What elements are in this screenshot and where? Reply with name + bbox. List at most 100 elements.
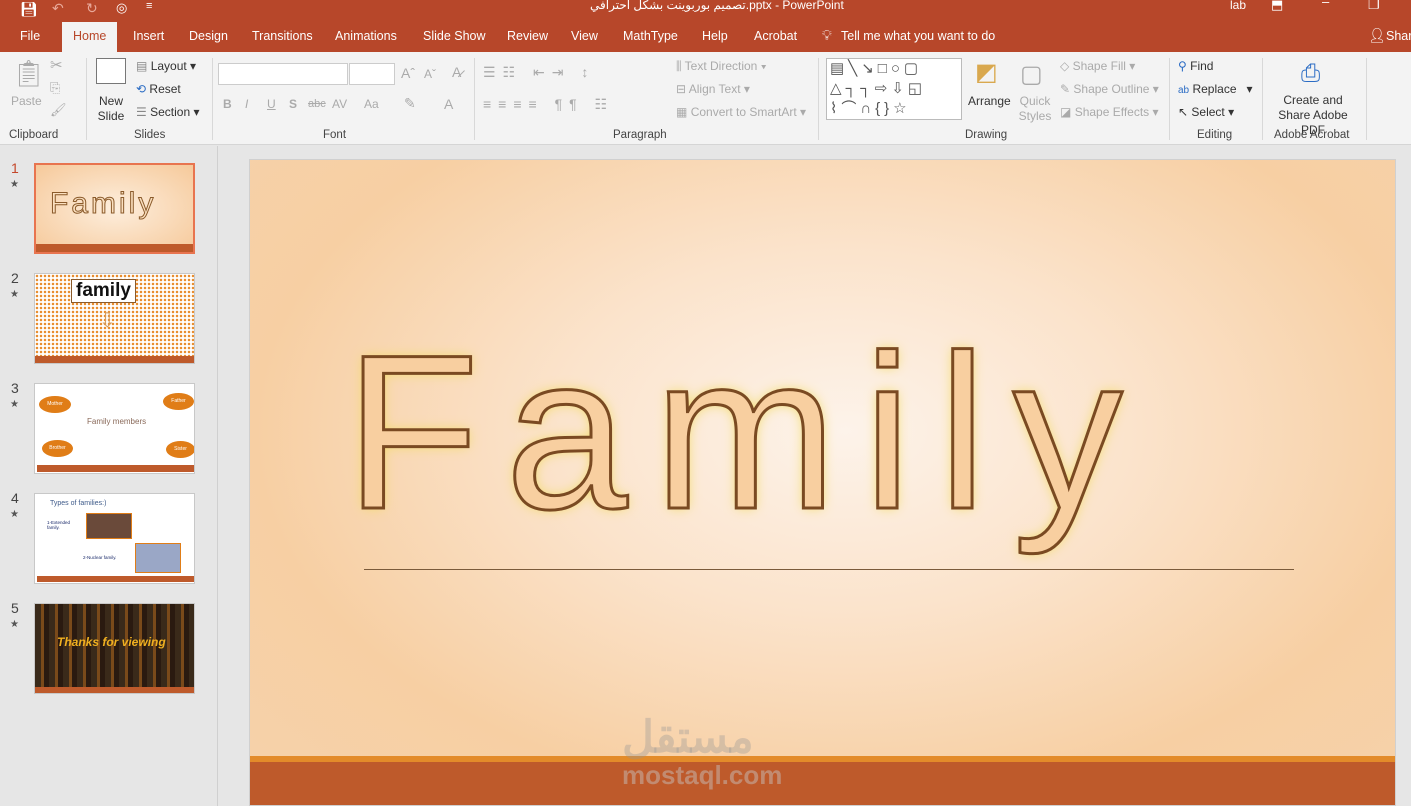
section-label: Section — [150, 105, 191, 119]
copy-icon[interactable]: ⎘ — [50, 80, 60, 96]
find-button[interactable]: ⚲ Find — [1178, 59, 1213, 73]
thumb-title: Thanks for viewing — [57, 635, 166, 649]
italic-button[interactable]: I — [245, 97, 248, 111]
quick-styles-icon: ▢ — [1020, 61, 1043, 88]
tell-me-input[interactable]: Tell me what you want to do — [841, 29, 995, 43]
list-buttons[interactable]: ☰☷ ⇤⇥ ↕ — [483, 64, 595, 81]
animation-star-icon: ★ — [10, 399, 19, 410]
restore-icon[interactable]: ❐ — [1368, 0, 1380, 13]
section-icon: ☰ — [136, 105, 147, 119]
slide-number: 2 — [11, 270, 19, 286]
shape-outline-button[interactable]: ✎ Shape Outline ▾ — [1060, 82, 1159, 96]
watermark: mostaql.com — [622, 760, 783, 790]
thumbnail-slide-2[interactable]: family ⇩ — [34, 273, 195, 364]
tab-insert[interactable]: Insert — [133, 29, 164, 43]
group-label-drawing: Drawing — [965, 129, 1008, 141]
thumbnail-slide-4[interactable]: Types of families:) 1-Extended family. 2… — [34, 493, 195, 584]
convert-smartart-button[interactable]: ▦ Convert to SmartArt ▾ — [676, 105, 806, 119]
tab-file[interactable]: File — [20, 29, 40, 43]
strikethrough-button[interactable]: abc — [308, 98, 326, 110]
grow-font-icon[interactable]: Aˆ — [401, 65, 415, 81]
format-painter-icon[interactable]: 🖌︎ — [50, 102, 67, 118]
font-name-dropdown[interactable] — [218, 63, 348, 85]
ribbon-tabs: File Home Insert Design Transitions Anim… — [0, 22, 1411, 52]
font-size-dropdown[interactable] — [349, 63, 395, 85]
slide-number: 4 — [11, 490, 19, 506]
tab-mathtype[interactable]: MathType — [623, 29, 678, 43]
change-case-button[interactable]: Aa — [364, 97, 379, 111]
bold-button[interactable]: B — [223, 97, 232, 111]
text-direction-button[interactable]: ⫼ Text Direction ▾ — [676, 59, 767, 74]
undo-icon[interactable]: ↶ — [52, 0, 64, 17]
underline-button[interactable]: U — [267, 97, 276, 111]
cut-icon[interactable]: ✂ — [50, 56, 63, 74]
arrange-button[interactable]: Arrange — [968, 94, 1011, 108]
shadow-button[interactable]: S — [289, 97, 297, 111]
thumbnail-slide-3[interactable]: Family members Mother Father Brother Sis… — [34, 383, 195, 474]
tab-design[interactable]: Design — [189, 29, 228, 43]
replace-label: Replace — [1192, 82, 1237, 96]
present-icon[interactable]: ◎ — [116, 0, 127, 16]
smartart-icon: ▦ — [676, 105, 688, 119]
tab-animations[interactable]: Animations — [335, 29, 397, 43]
new-slide-icon[interactable] — [96, 58, 126, 84]
select-button[interactable]: ↖ Select ▾ — [1178, 105, 1234, 119]
thumbnail-slide-1[interactable]: Family — [34, 163, 195, 254]
align-text-button[interactable]: ⊟ Align Text ▾ — [676, 82, 750, 96]
thumbnail-slide-5[interactable]: Thanks for viewing — [34, 603, 195, 694]
group-label-acrobat: Adobe Acrobat — [1274, 129, 1350, 141]
share-button[interactable]: Share — [1386, 29, 1411, 43]
ribbon: 📋︎ Paste ✂ ⎘ 🖌︎ Clipboard New Slide ▤ La… — [0, 52, 1411, 145]
layout-button[interactable]: ▤ Layout ▾ — [136, 59, 196, 73]
cursor-icon: ↖ — [1178, 105, 1189, 119]
animation-star-icon: ★ — [10, 289, 19, 300]
new-slide-button[interactable]: New Slide — [94, 94, 128, 124]
paste-button[interactable]: Paste — [11, 94, 42, 108]
minimize-icon[interactable]: – — [1322, 0, 1329, 9]
clear-formatting-icon[interactable]: A̷ — [452, 64, 461, 80]
customize-qat-icon[interactable]: ≡ — [146, 0, 152, 12]
thumb-title: Types of families:) — [50, 500, 107, 507]
group-label-font: Font — [323, 129, 347, 141]
slide-title[interactable]: Family — [344, 321, 1149, 544]
tab-review[interactable]: Review — [507, 29, 548, 43]
tab-acrobat[interactable]: Acrobat — [754, 29, 797, 43]
tab-home[interactable]: Home — [62, 22, 118, 52]
bubble: Mother — [39, 396, 71, 413]
redo-icon[interactable]: ↻ — [86, 0, 98, 17]
character-spacing-button[interactable]: AV — [332, 97, 347, 111]
text-direction-label: Text Direction — [684, 59, 758, 73]
save-icon[interactable]: 💾︎ — [20, 1, 38, 18]
user-name[interactable]: lab — [1230, 0, 1246, 12]
shapes-gallery[interactable]: ▤╲↘□○▢ △┐┐⇨⇩◱ ⌇⌒∩{}☆ — [826, 58, 962, 120]
replace-button[interactable]: ab Replace ▾ — [1178, 82, 1253, 96]
text-direction-icon: ⫼ — [676, 59, 682, 73]
group-label-editing: Editing — [1197, 129, 1233, 141]
animation-star-icon: ★ — [10, 619, 19, 630]
group-label-slides: Slides — [134, 129, 166, 141]
ribbon-display-icon[interactable]: ⬒ — [1271, 0, 1283, 13]
shape-fill-button[interactable]: ◇ Shape Fill ▾ — [1060, 59, 1135, 73]
font-color-button[interactable]: A — [444, 96, 453, 112]
tab-help[interactable]: Help — [702, 29, 728, 43]
paint-bucket-icon: ◇ — [1060, 59, 1070, 73]
paste-icon[interactable]: 📋︎ — [12, 58, 45, 89]
reset-button[interactable]: ⟲ Reset — [136, 82, 181, 96]
slide-canvas[interactable]: Family مستقل mostaql.com — [249, 159, 1396, 806]
section-button[interactable]: ☰ Section ▾ — [136, 105, 200, 119]
arrange-icon: ◩ — [975, 59, 998, 86]
highlight-icon[interactable]: ✎ — [404, 95, 416, 112]
shrink-font-icon[interactable]: Aˇ — [424, 67, 436, 81]
alignment-buttons[interactable]: ≡≡≡≡ ¶¶ ☷ — [483, 96, 614, 113]
shape-fill-label: Shape Fill — [1072, 59, 1126, 73]
shape-effects-button[interactable]: ◪ Shape Effects ▾ — [1060, 105, 1159, 119]
family-photo — [135, 543, 181, 573]
bubble: Sister — [166, 441, 194, 458]
layout-icon: ▤ — [136, 59, 148, 73]
tab-transitions[interactable]: Transitions — [252, 29, 313, 43]
animation-star-icon: ★ — [10, 179, 19, 190]
quick-styles-button[interactable]: Quick Styles — [1015, 94, 1055, 124]
tab-slide-show[interactable]: Slide Show — [423, 29, 486, 43]
reset-label: Reset — [149, 82, 181, 96]
tab-view[interactable]: View — [571, 29, 598, 43]
